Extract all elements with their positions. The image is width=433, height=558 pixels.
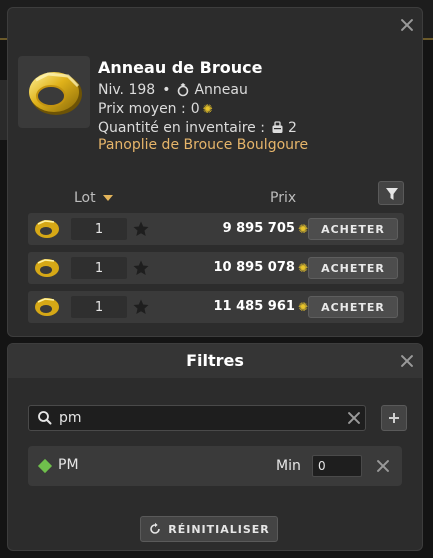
buy-button[interactable]: ACHETER — [308, 218, 398, 240]
search-input[interactable] — [59, 410, 339, 426]
item-meta: Niv. 198 • Anneau — [98, 80, 308, 99]
filter-toggle-button[interactable] — [378, 181, 404, 205]
lot-column-header[interactable]: Lot — [74, 190, 113, 206]
ring-icon — [35, 298, 59, 316]
sort-caret-icon — [102, 195, 113, 201]
item-panel: Anneau de Brouce Niv. 198 • Anneau Prix … — [7, 7, 423, 337]
item-name: Anneau de Brouce — [98, 58, 263, 77]
search-field[interactable] — [28, 405, 366, 431]
item-image — [18, 56, 90, 128]
kama-icon: ✺ — [202, 101, 213, 116]
item-type: Anneau — [194, 81, 248, 98]
buy-button[interactable]: ACHETER — [308, 296, 398, 318]
lot-quantity: 1 — [71, 218, 127, 240]
avg-price-line: Prix moyen : 0 ✺ — [98, 99, 308, 118]
close-icon[interactable] — [400, 18, 414, 32]
inventory-line: Quantité en inventaire : 2 — [98, 118, 308, 137]
stat-filter-row: PM Min — [28, 446, 402, 486]
min-label: Min — [276, 458, 301, 474]
filters-title: Filtres — [186, 351, 244, 370]
offer-row: 1 11 485 961 ✺ ACHETER — [28, 291, 404, 323]
offer-price: 11 485 961 ✺ — [214, 299, 308, 314]
item-level: Niv. 198 — [98, 81, 156, 98]
bag-icon — [272, 121, 283, 133]
clear-search-icon[interactable] — [347, 411, 361, 425]
ring-icon — [35, 220, 59, 238]
close-icon[interactable] — [400, 354, 414, 368]
inventory-value: 2 — [287, 119, 297, 136]
offer-price-value: 10 895 078 — [213, 260, 295, 275]
reset-icon — [150, 522, 161, 534]
reset-button[interactable]: RÉINITIALISER — [140, 516, 278, 542]
search-icon — [38, 411, 52, 425]
reset-label: RÉINITIALISER — [168, 522, 270, 536]
item-info: Anneau de Brouce Niv. 198 • Anneau Prix … — [98, 58, 308, 156]
kama-icon: ✺ — [297, 221, 308, 236]
stat-diamond-icon — [37, 458, 53, 474]
buy-button[interactable]: ACHETER — [308, 257, 398, 279]
remove-filter-icon[interactable] — [376, 459, 390, 473]
offer-row: 1 10 895 078 ✺ ACHETER — [28, 252, 404, 284]
offer-price: 9 895 705 ✺ — [223, 221, 308, 236]
avg-price-value: 0 — [190, 100, 200, 117]
lot-header-label: Lot — [74, 190, 96, 206]
offer-price-value: 11 485 961 — [213, 299, 295, 314]
star-icon[interactable] — [132, 259, 150, 277]
kama-icon: ✺ — [297, 260, 308, 275]
add-filter-button[interactable] — [381, 405, 407, 431]
offer-row: 1 9 895 705 ✺ ACHETER — [28, 213, 404, 245]
lot-quantity: 1 — [71, 257, 127, 279]
lot-quantity: 1 — [71, 296, 127, 318]
meta-separator: • — [162, 81, 171, 98]
ring-icon — [29, 72, 82, 115]
star-icon[interactable] — [132, 298, 150, 316]
ring-type-icon — [178, 83, 189, 97]
inventory-label: Quantité en inventaire : — [98, 119, 265, 136]
filters-panel: Filtres PM Min RÉINITIALISER — [7, 343, 423, 551]
offer-price-value: 9 895 705 — [222, 221, 295, 236]
star-icon[interactable] — [132, 220, 150, 238]
price-column-header[interactable]: Prix — [270, 190, 296, 206]
funnel-icon — [386, 188, 398, 200]
kama-icon: ✺ — [297, 299, 308, 314]
set-name-link[interactable]: Panoplie de Brouce Boulgoure — [98, 137, 308, 156]
avg-price-label: Prix moyen : — [98, 100, 186, 117]
min-value-input[interactable] — [312, 455, 362, 477]
offer-price: 10 895 078 ✺ — [214, 260, 308, 275]
stat-name: PM — [58, 457, 79, 473]
ring-icon — [35, 259, 59, 277]
